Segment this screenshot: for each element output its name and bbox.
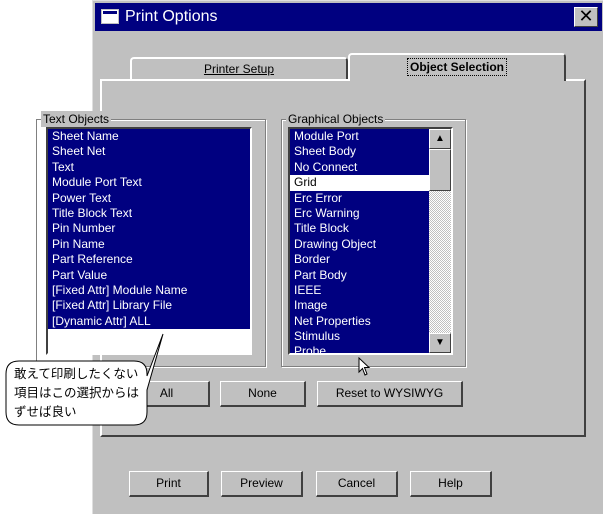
scroll-down-button[interactable]: ▼	[429, 333, 451, 353]
text-object-list-item[interactable]: Sheet Net	[48, 144, 250, 160]
graphical-object-list-item[interactable]: Stimulus	[290, 329, 431, 345]
graphical-object-list-item[interactable]: Net Properties	[290, 313, 431, 330]
graphical-objects-scrollbar[interactable]: ▲ ▼	[429, 129, 451, 353]
text-object-list-item[interactable]: Text	[48, 159, 250, 176]
graphical-object-list-item[interactable]: Module Port	[290, 129, 431, 145]
scroll-up-button[interactable]: ▲	[429, 129, 451, 149]
graphical-object-list-item[interactable]: IEEE	[290, 282, 431, 299]
select-none-button[interactable]: None	[220, 381, 306, 407]
graphical-object-list-item[interactable]: No Connect	[290, 159, 431, 176]
graphical-object-list-item[interactable]: Erc Error	[290, 190, 431, 206]
text-object-list-item[interactable]: Part Reference	[48, 252, 250, 268]
graphical-object-list-item[interactable]: Title Block	[290, 221, 431, 237]
graphical-object-list-item[interactable]: Grid	[290, 175, 431, 191]
text-object-list-item[interactable]: Pin Number	[48, 221, 250, 237]
graphical-object-list-item[interactable]: Sheet Body	[290, 144, 431, 160]
annotation-text: 敢えて印刷したくない項目はこの選択からはずせば良い	[14, 366, 140, 419]
graphical-object-list-item[interactable]: Border	[290, 252, 431, 268]
arrow-down-icon: ▼	[435, 337, 445, 348]
close-button[interactable]: ✕	[574, 7, 598, 27]
graphical-object-list-item[interactable]: Image	[290, 298, 431, 314]
text-object-list-item[interactable]: Pin Name	[48, 236, 250, 253]
tab-object-selection-label: Object Selection	[406, 58, 508, 76]
title-bar[interactable]: Print Options ✕	[95, 3, 602, 31]
help-button[interactable]: Help	[410, 471, 492, 497]
scroll-thumb[interactable]	[429, 149, 451, 191]
tab-printer-setup[interactable]: Printer Setup	[130, 57, 348, 81]
graphical-object-list-item[interactable]: Probe	[290, 344, 431, 353]
preview-button[interactable]: Preview	[221, 471, 303, 497]
text-object-list-item[interactable]: Power Text	[48, 190, 250, 206]
mouse-cursor-icon	[358, 357, 371, 376]
text-object-list-item[interactable]: Title Block Text	[48, 205, 250, 222]
reset-wysiwyg-button[interactable]: Reset to WYSIWYG	[317, 381, 463, 407]
text-object-list-item[interactable]: Sheet Name	[48, 129, 250, 145]
text-objects-list[interactable]: Sheet Name Sheet Net Text Module Port Text P…	[46, 127, 252, 355]
text-objects-label: Text Objects	[41, 111, 112, 127]
text-object-list-item[interactable]: [Fixed Attr] Library File	[48, 298, 250, 314]
tab-printer-setup-label: Printer Setup	[203, 62, 275, 76]
graphical-object-list-item[interactable]: Drawing Object	[290, 236, 431, 253]
text-object-list-item[interactable]: Part Value	[48, 267, 250, 283]
annotation-callout: 敢えて印刷したくない項目はこの選択からはずせば良い	[5, 333, 164, 426]
cancel-button[interactable]: Cancel	[316, 471, 398, 497]
text-object-list-item[interactable]: [Dynamic Attr] ALL	[48, 313, 250, 330]
text-object-list-item[interactable]: [Fixed Attr] Module Name	[48, 282, 250, 299]
scroll-track[interactable]	[429, 191, 451, 333]
graphical-objects-label: Graphical Objects	[286, 111, 386, 127]
graphical-objects-list[interactable]: Module Port Sheet Body No Connect Grid Erc E…	[288, 127, 453, 355]
window-title: Print Options	[125, 8, 218, 25]
close-icon: ✕	[578, 6, 594, 27]
graphical-object-list-item[interactable]: Erc Warning	[290, 205, 431, 222]
graphical-object-list-item[interactable]: Part Body	[290, 267, 431, 283]
window-icon	[101, 9, 119, 24]
print-button[interactable]: Print	[129, 471, 209, 497]
tab-object-selection[interactable]: Object Selection	[348, 53, 566, 81]
text-object-list-item[interactable]: Module Port Text	[48, 175, 250, 191]
arrow-up-icon: ▲	[435, 133, 445, 144]
